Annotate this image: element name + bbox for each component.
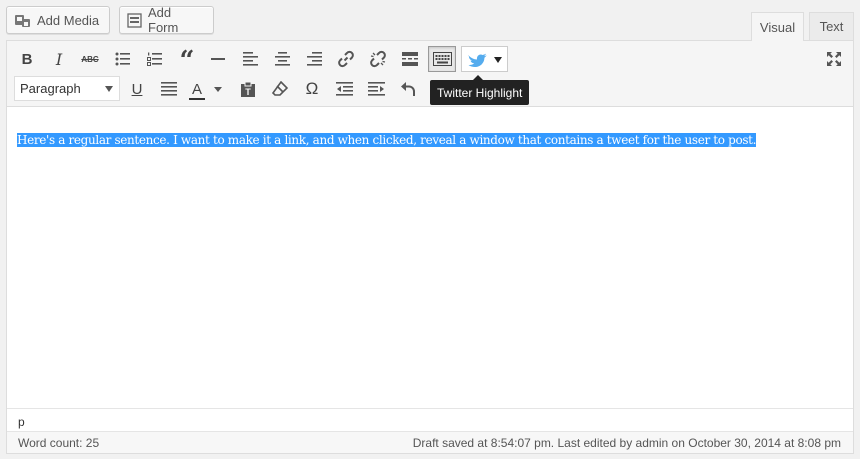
svg-text:T: T: [245, 87, 251, 97]
chevron-down-icon: [214, 86, 222, 92]
italic-button[interactable]: I: [47, 47, 71, 71]
clear-formatting-icon: [272, 81, 288, 96]
align-right-button[interactable]: [302, 47, 326, 71]
horizontal-line-button[interactable]: [206, 47, 230, 71]
unlink-icon: [370, 50, 386, 68]
fullscreen-button[interactable]: [822, 47, 846, 71]
toolbar-toggle-button[interactable]: [428, 46, 456, 72]
bullet-list-icon: [115, 52, 130, 66]
media-icon: [14, 13, 31, 28]
indent-button[interactable]: [364, 77, 388, 101]
tab-text[interactable]: Text: [809, 12, 854, 40]
paste-as-text-icon: T: [241, 81, 255, 97]
justify-icon: [161, 82, 177, 96]
text-color-swatch: [189, 97, 205, 100]
special-character-button[interactable]: Ω: [300, 77, 324, 101]
unlink-button[interactable]: [366, 47, 390, 71]
add-form-button[interactable]: Add Form: [119, 5, 214, 35]
twitter-highlight-button[interactable]: [461, 46, 508, 72]
editor-toolbar: B I ABC “ Paragraph U A T Ω Twitter High…: [7, 41, 853, 107]
add-media-button[interactable]: Add Media: [6, 6, 110, 34]
selected-text: Here's a regular sentence. I want to mak…: [17, 133, 757, 147]
read-more-button[interactable]: [398, 47, 422, 71]
read-more-icon: [402, 52, 418, 66]
strikethrough-icon: ABC: [81, 54, 99, 64]
dropdown-arrow-icon: [105, 86, 113, 92]
add-media-label: Add Media: [37, 12, 100, 28]
blockquote-icon: “: [179, 46, 195, 70]
tab-visual[interactable]: Visual: [751, 12, 804, 41]
format-select[interactable]: Paragraph: [14, 76, 120, 101]
editor-content[interactable]: Here's a regular sentence. I want to mak…: [7, 108, 853, 408]
numbered-list-icon: [147, 52, 162, 66]
editor-frame: B I ABC “ Paragraph U A T Ω Twitter High…: [6, 40, 854, 454]
status-bar: Word count: 25 Draft saved at 8:54:07 pm…: [7, 431, 853, 453]
paste-as-text-button[interactable]: T: [236, 77, 260, 101]
text-color-icon: A: [188, 80, 206, 100]
indent-icon: [367, 82, 385, 96]
twitter-highlight-icon: [468, 53, 487, 67]
special-character-icon: Ω: [305, 79, 319, 98]
bullet-list-button[interactable]: [111, 47, 135, 71]
form-icon: [127, 12, 142, 28]
word-count: Word count: 25: [18, 436, 100, 450]
blockquote-button[interactable]: “: [175, 46, 199, 70]
undo-icon: [400, 82, 415, 96]
clear-formatting-button[interactable]: [268, 77, 292, 101]
horizontal-line-icon: [211, 58, 225, 60]
chevron-down-icon: [494, 57, 502, 63]
justify-button[interactable]: [157, 77, 181, 101]
undo-button[interactable]: [396, 77, 420, 101]
content-paragraph[interactable]: Here's a regular sentence. I want to mak…: [17, 132, 756, 148]
outdent-icon: [335, 82, 353, 96]
outdent-button[interactable]: [332, 77, 356, 101]
align-center-button[interactable]: [270, 47, 294, 71]
draft-saved-status: Draft saved at 8:54:07 pm. Last edited b…: [412, 436, 841, 450]
text-color-button[interactable]: A: [188, 77, 228, 101]
align-left-button[interactable]: [238, 47, 262, 71]
underline-icon: U: [131, 80, 143, 98]
format-select-value: Paragraph: [20, 81, 81, 96]
align-center-icon: [274, 52, 290, 66]
element-path: p: [7, 408, 853, 431]
bold-button[interactable]: B: [15, 47, 39, 71]
align-right-icon: [306, 52, 322, 66]
link-button[interactable]: [334, 47, 358, 71]
editor-page: Add Media Add Form Visual Text B I ABC “…: [0, 0, 860, 459]
add-form-label: Add Form: [148, 5, 179, 35]
text-color-glyph: A: [191, 80, 202, 98]
numbered-list-button[interactable]: [143, 47, 167, 71]
toolbar-toggle-icon: [432, 52, 452, 66]
path-element-p[interactable]: p: [18, 415, 25, 429]
link-icon: [338, 50, 354, 68]
align-left-icon: [242, 52, 258, 66]
twitter-highlight-tooltip: Twitter Highlight: [430, 75, 530, 105]
fullscreen-icon: [827, 52, 841, 66]
bold-icon: B: [21, 50, 33, 68]
underline-button[interactable]: U: [125, 77, 149, 101]
strikethrough-button[interactable]: ABC: [78, 47, 102, 71]
italic-icon: I: [55, 49, 63, 69]
